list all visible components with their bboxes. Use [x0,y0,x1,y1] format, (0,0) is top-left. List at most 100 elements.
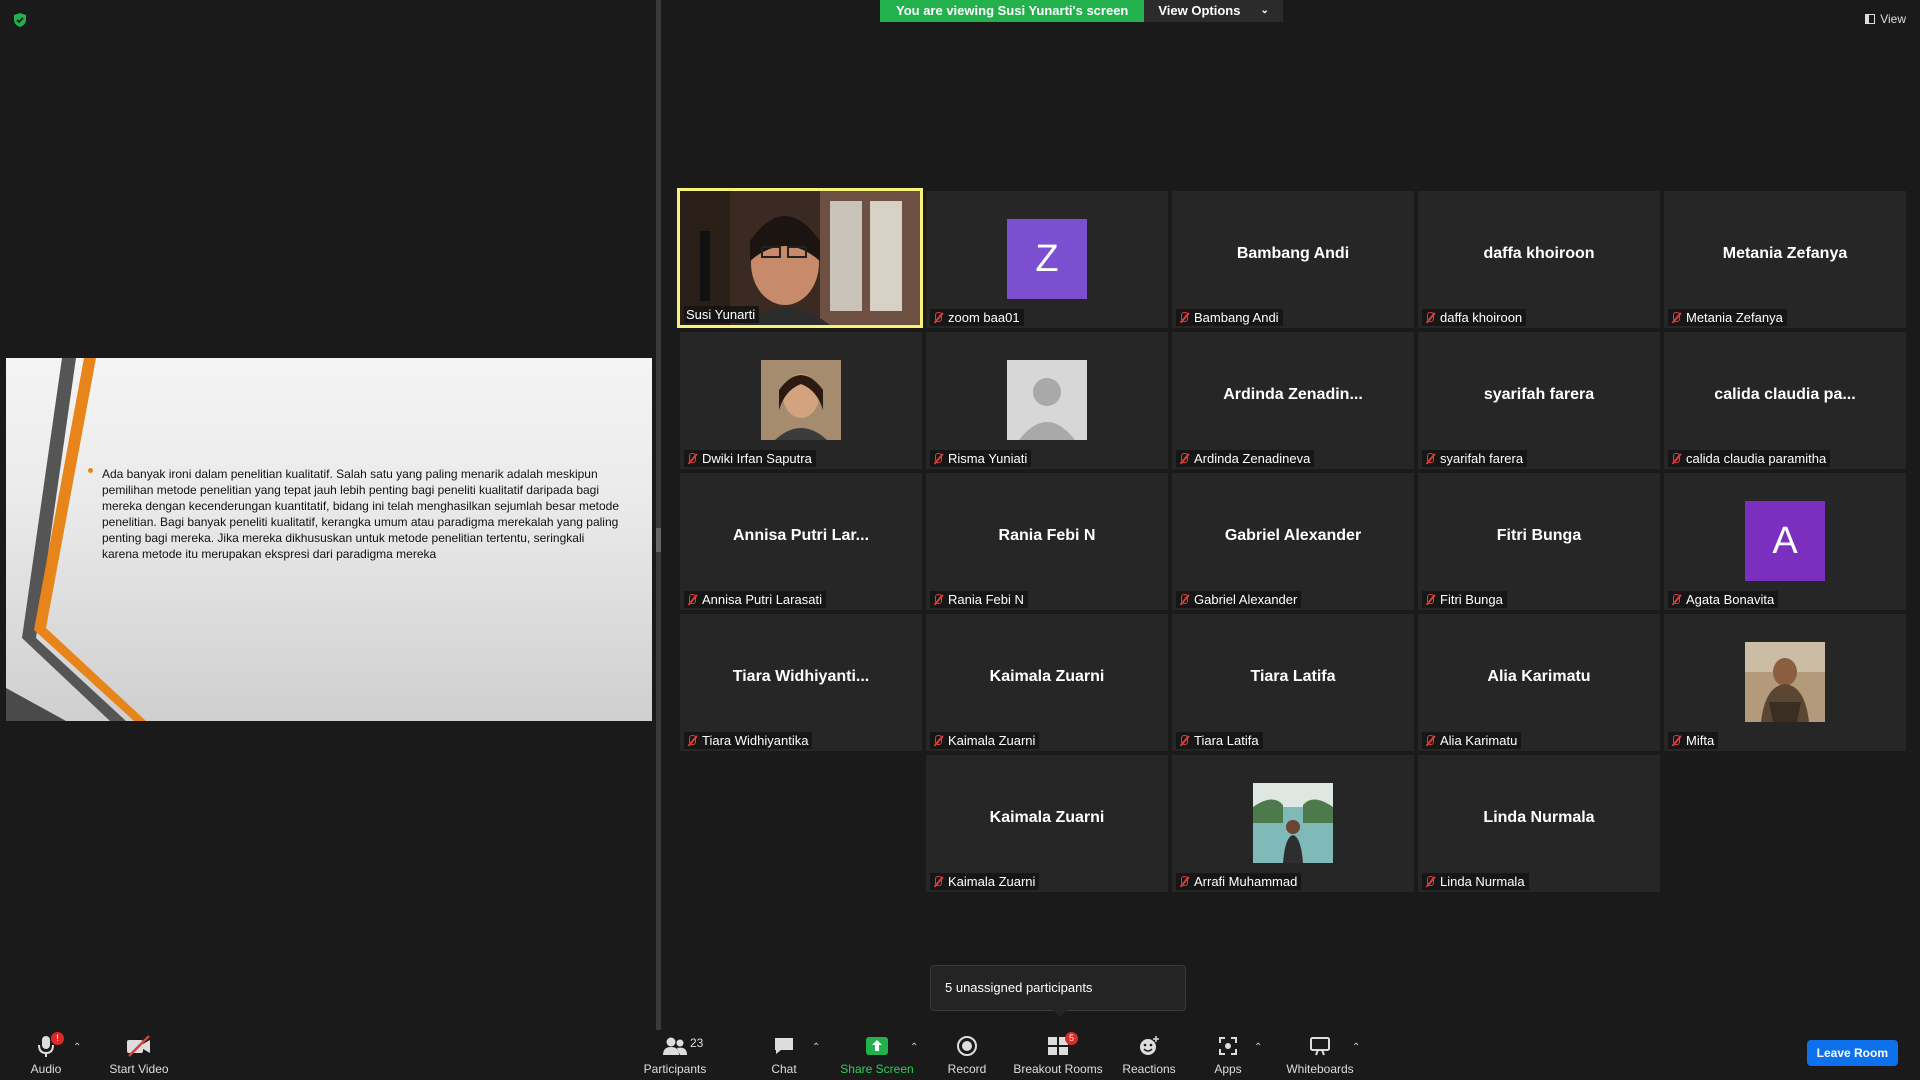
participant-display-name: Annisa Putri Lar... [732,527,870,544]
audio-warning-badge: ! [51,1032,64,1045]
record-icon [957,1036,977,1056]
shield-icon[interactable] [12,12,28,28]
participant-tile[interactable]: Tiara Widhiyanti... Tiara Widhiyantika [680,614,922,751]
apps-button[interactable]: Apps [1208,1030,1248,1080]
participant-tile[interactable]: Z zoom baa01 [926,191,1168,328]
mic-off-icon [1670,593,1682,606]
participant-name-label: Risma Yuniati [930,450,1032,467]
participant-tile[interactable]: daffa khoiroon daffa khoiroon [1418,191,1660,328]
meeting-toolbar: ! Audio ⌃ Start Video Participants 23 Ch… [0,1030,1920,1080]
participant-tile[interactable]: A Agata Bonavita [1664,473,1906,610]
avatar [1007,360,1087,440]
participant-display-name: daffa khoiroon [1483,245,1595,262]
participants-icon [663,1037,687,1055]
participant-tile[interactable]: syarifah farera syarifah farera [1418,332,1660,469]
slide-bullet [88,468,93,473]
participants-count: 23 [690,1036,704,1050]
participant-tile[interactable]: Ardinda Zenadin... Ardinda Zenadineva [1172,332,1414,469]
participant-name-label: Annisa Putri Larasati [684,591,826,608]
participant-name-label: Tiara Widhiyantika [684,732,813,749]
participant-tile[interactable]: Gabriel Alexander Gabriel Alexander [1172,473,1414,610]
breakout-rooms-button[interactable]: 5 Breakout Rooms [1012,1030,1104,1080]
chat-button[interactable]: Chat [764,1030,804,1080]
participant-display-name: Tiara Latifa [1250,668,1336,685]
audio-options-caret[interactable]: ⌃ [73,1042,81,1053]
mic-off-icon [1178,593,1190,606]
participant-name-label: zoom baa01 [930,309,1024,326]
participant-name-label: syarifah farera [1422,450,1528,467]
whiteboards-options-caret[interactable]: ⌃ [1352,1042,1360,1053]
mic-off-icon [1178,875,1190,888]
participant-display-name: Kaimala Zuarni [989,809,1105,826]
mic-off-icon [686,593,698,606]
video-tile[interactable]: Susi Yunarti [677,188,923,328]
slide-text: Ada banyak ironi dalam penelitian kualit… [102,467,620,561]
participant-display-name: Gabriel Alexander [1224,527,1362,544]
participant-tile[interactable]: Metania Zefanya Metania Zefanya [1664,191,1906,328]
apps-icon [1219,1037,1237,1055]
shared-screen: Ada banyak ironi dalam penelitian kualit… [6,358,652,721]
participant-tile[interactable]: Linda Nurmala Linda Nurmala [1418,755,1660,892]
reactions-label: Reactions [1122,1062,1176,1076]
leave-room-button[interactable]: Leave Room [1806,1040,1898,1066]
participant-name-label: Ardinda Zenadineva [1176,450,1315,467]
avatar: Z [1007,219,1087,299]
avatar: A [1745,501,1825,581]
participant-tile[interactable]: Kaimala Zuarni Kaimala Zuarni [926,755,1168,892]
share-screen-button[interactable]: Share Screen [840,1030,914,1080]
participant-display-name: syarifah farera [1483,386,1595,403]
mic-off-icon [1670,311,1682,324]
participant-name-label: Bambang Andi [1176,309,1283,326]
avatar [1745,642,1825,722]
participant-display-name: Tiara Widhiyanti... [732,668,870,685]
split-divider[interactable] [656,0,661,1030]
mic-off-icon [1178,452,1190,465]
split-handle[interactable] [656,528,661,552]
zoom-meeting-window: You are viewing Susi Yunarti's screen Vi… [0,0,1920,1080]
grid-view-icon [1865,14,1876,24]
participant-tile[interactable]: Kaimala Zuarni Kaimala Zuarni [926,614,1168,751]
view-button[interactable]: View [1865,12,1906,26]
whiteboard-icon [1310,1037,1330,1056]
participant-tile[interactable]: calida claudia pa... calida claudia para… [1664,332,1906,469]
participant-tile[interactable]: Tiara Latifa Tiara Latifa [1172,614,1414,751]
reactions-button[interactable]: Reactions [1122,1030,1176,1080]
chat-options-caret[interactable]: ⌃ [812,1042,820,1053]
participant-display-name: Ardinda Zenadin... [1223,386,1363,403]
participant-name-label: Dwiki Irfan Saputra [684,450,816,467]
mic-off-icon [932,875,944,888]
participant-name-label: Rania Febi N [930,591,1028,608]
participant-name-label: Linda Nurmala [1422,873,1529,890]
participant-display-name: Fitri Bunga [1496,527,1582,544]
audio-button[interactable]: ! Audio [22,1030,70,1080]
participant-tile[interactable]: Fitri Bunga Fitri Bunga [1418,473,1660,610]
participant-tile[interactable]: Alia Karimatu Alia Karimatu [1418,614,1660,751]
participant-name-label: Arrafi Muhammad [1176,873,1302,890]
view-options-button[interactable]: View Options ⌄ [1144,0,1283,22]
whiteboards-label: Whiteboards [1286,1062,1354,1076]
audio-label: Audio [30,1062,62,1076]
whiteboards-button[interactable]: Whiteboards [1282,1030,1358,1080]
participant-display-name: Linda Nurmala [1483,809,1595,826]
participants-label: Participants [643,1062,707,1076]
screen-share-banner: You are viewing Susi Yunarti's screen Vi… [880,0,1283,22]
participant-tile[interactable]: Risma Yuniati [926,332,1168,469]
unassigned-participants-popup[interactable]: 5 unassigned participants [930,965,1186,1017]
mic-off-icon [1424,593,1436,606]
view-options-label: View Options [1158,3,1241,18]
participant-tile[interactable]: Bambang Andi Bambang Andi [1172,191,1414,328]
participant-name-label: daffa khoiroon [1422,309,1527,326]
apps-options-caret[interactable]: ⌃ [1254,1042,1262,1053]
participant-tile[interactable]: Annisa Putri Lar... Annisa Putri Larasat… [680,473,922,610]
share-options-caret[interactable]: ⌃ [910,1042,918,1053]
mic-off-icon [1424,875,1436,888]
participant-tile[interactable]: Dwiki Irfan Saputra [680,332,922,469]
participant-name-label: calida claudia paramitha [1668,450,1831,467]
record-button[interactable]: Record [942,1030,992,1080]
participant-tile[interactable]: Mifta [1664,614,1906,751]
participant-name-label: Kaimala Zuarni [930,732,1040,749]
participant-tile[interactable]: Arrafi Muhammad [1172,755,1414,892]
participant-tile[interactable]: Rania Febi N Rania Febi N [926,473,1168,610]
participant-display-name: Kaimala Zuarni [989,668,1105,685]
start-video-button[interactable]: Start Video [104,1030,174,1080]
